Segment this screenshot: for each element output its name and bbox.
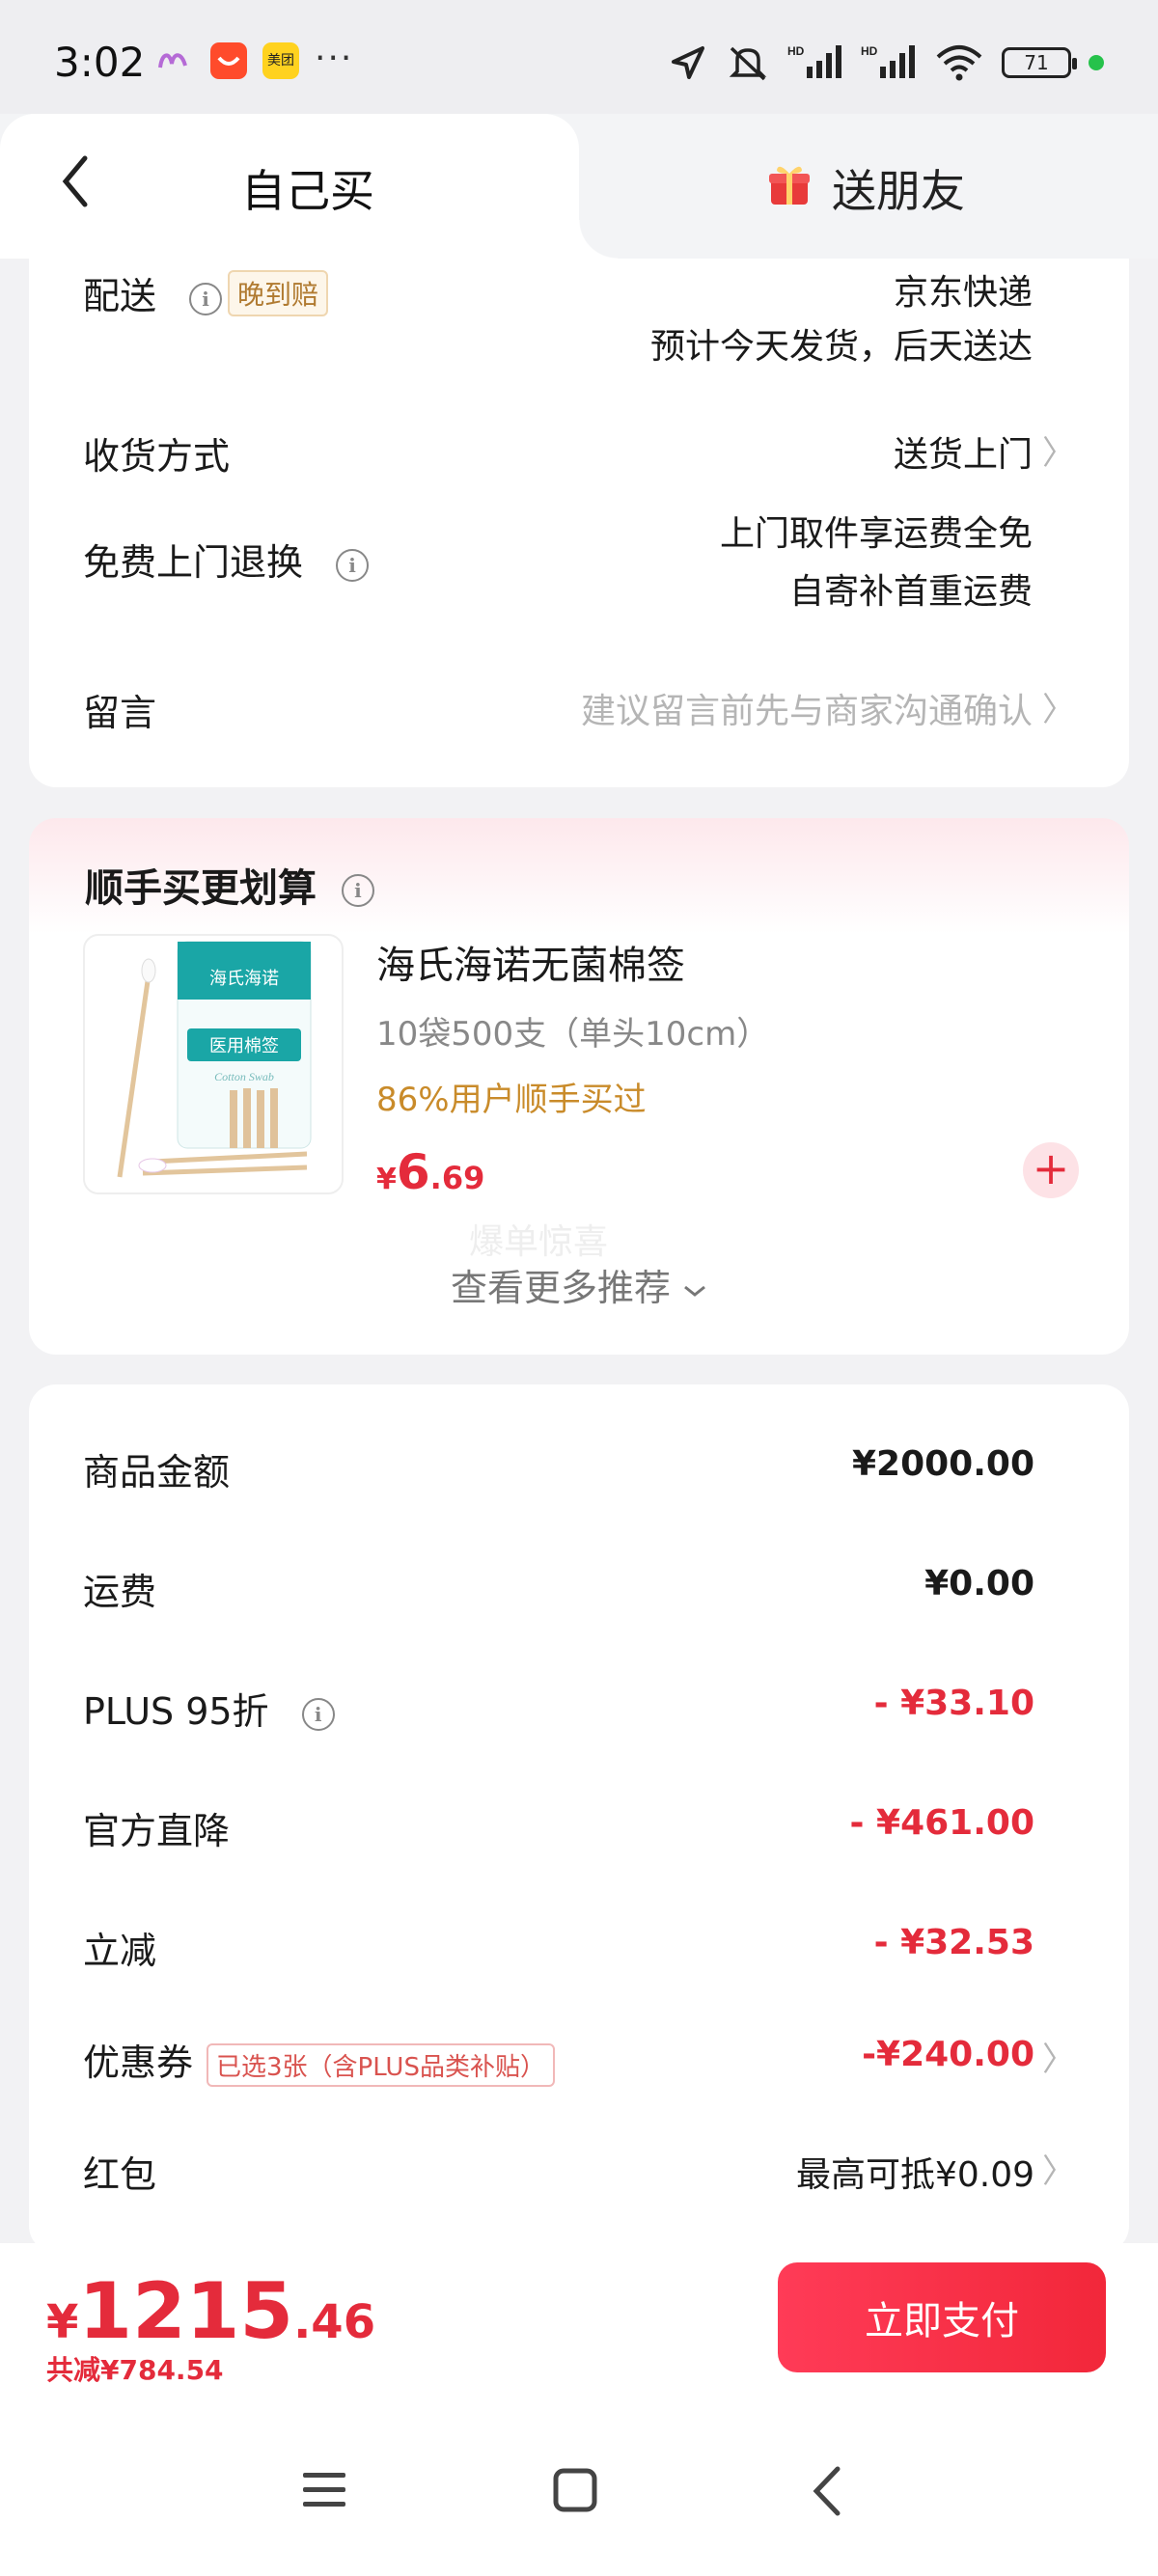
more-recommend-text: 查看更多推荐 (450, 1267, 671, 1309)
total-price: ¥1215.46 (46, 2266, 375, 2356)
info-icon[interactable]: i (301, 1697, 335, 1731)
total-int: 1215 (78, 2266, 294, 2356)
package-brand: 海氏海诺 (209, 969, 279, 988)
carrier-name: 京东快递 (893, 273, 1033, 313)
red-packet-label: 红包 (83, 2153, 157, 2196)
chevron-right-icon[interactable]: 〉 (1042, 2033, 1075, 2080)
price-symbol: ¥ (376, 1163, 397, 1196)
tab-buy-self[interactable]: 自己买 (0, 114, 618, 259)
delivery-eta: 预计今天发货，后天送达 (649, 327, 1033, 367)
home-icon[interactable] (552, 2467, 598, 2513)
more-recommend-link[interactable]: 查看更多推荐 (29, 1258, 1129, 1311)
pay-now-button[interactable]: 立即支付 (778, 2262, 1106, 2372)
back-nav-icon[interactable] (809, 2465, 847, 2517)
battery-level: 71 (1024, 51, 1049, 74)
meituan-icon: 美团 (262, 42, 299, 79)
order-tabs: 自己买 送朋友 (0, 114, 1158, 259)
plus-discount-label: PLUS 95折 i (83, 1682, 335, 1735)
product-price: ¥6.69 (376, 1144, 484, 1200)
instant-discount-value: - ¥32.53 (873, 1923, 1034, 1962)
info-icon[interactable]: i (189, 282, 223, 315)
product-thumbnail[interactable]: 海氏海诺 医用棉签 Cotton Swab (83, 934, 344, 1194)
price-dec: .69 (429, 1160, 485, 1196)
chevron-right-icon[interactable]: 〉 (1042, 683, 1075, 730)
note-input[interactable]: 建议留言前先与商家沟通确认 (581, 683, 1033, 733)
freight-value: ¥0.00 (924, 1564, 1034, 1603)
mute-icon (729, 46, 767, 81)
product-name[interactable]: 海氏海诺无菌棉签 (376, 934, 685, 990)
official-discount-value: - ¥461.00 (849, 1803, 1034, 1843)
checkout-bar: ¥1215.46 共减¥784.54 立即支付 (0, 2243, 1158, 2576)
watermark-text: 爆单惊喜 (469, 1222, 609, 1262)
coupon-label-text: 优惠券 (83, 2042, 194, 2084)
app-notification-icon (154, 42, 191, 79)
location-icon (672, 46, 704, 79)
svg-text:HD: HD (787, 44, 805, 58)
note-label: 留言 (83, 692, 157, 734)
plus-discount-text: PLUS 95折 (83, 1690, 269, 1733)
total-dec: .46 (293, 2295, 376, 2349)
privacy-indicator-icon (1089, 55, 1104, 70)
package-name: 医用棉签 (209, 1036, 279, 1055)
free-return-label: 免费上门退换 i (83, 533, 370, 586)
instant-discount-label: 立减 (83, 1930, 157, 1972)
tab-self-label: 自己买 (241, 165, 374, 217)
total-symbol: ¥ (46, 2295, 79, 2349)
info-icon[interactable]: i (341, 874, 374, 907)
add-to-order-button[interactable]: + (1023, 1142, 1079, 1198)
status-bar: 3:02 美团 ··· HD HD 71 (0, 0, 1158, 125)
shipping-label-text: 配送 (83, 275, 157, 317)
system-nav-bar (0, 2417, 1158, 2571)
delivery-card: 配送 i 晚到赔 京东快递 预计今天发货，后天送达 收货方式 送货上门 〉 免费… (29, 259, 1129, 787)
chevron-down-icon (684, 1285, 705, 1297)
chevron-right-icon[interactable]: 〉 (1042, 426, 1075, 474)
info-icon[interactable]: i (336, 548, 370, 582)
recommend-title-text: 顺手买更划算 (85, 866, 317, 911)
freight-label: 运费 (83, 1571, 157, 1613)
red-packet-value[interactable]: 最高可抵¥0.09 (796, 2147, 1034, 2197)
goods-amount-value: ¥2000.00 (851, 1444, 1034, 1484)
tab-send-friend[interactable]: 送朋友 (832, 156, 965, 220)
price-summary-card: 商品金额 ¥2000.00 运费 ¥0.00 PLUS 95折 i - ¥33.… (29, 1384, 1129, 2253)
receive-method-value[interactable]: 送货上门 (894, 426, 1033, 477)
battery-icon: 71 (1002, 47, 1077, 78)
official-discount-label: 官方直降 (83, 1810, 231, 1852)
package-subtitle: Cotton Swab (214, 1070, 274, 1083)
receive-method-label: 收货方式 (83, 435, 231, 478)
coupon-label[interactable]: 优惠券 已选3张（含PLUS品类补贴） (83, 2033, 555, 2087)
product-spec: 10袋500支（单头10cm） (376, 1015, 770, 1054)
goods-amount-label: 商品金额 (83, 1451, 231, 1494)
cotton-swab-package-image: 海氏海诺 医用棉签 Cotton Swab (117, 941, 312, 1178)
menu-icon[interactable] (301, 2469, 347, 2511)
chevron-right-icon[interactable]: 〉 (1042, 2145, 1075, 2192)
gift-icon (769, 166, 810, 205)
coupon-selected-tag: 已选3张（含PLUS品类补贴） (207, 2043, 555, 2087)
return-policy-line1: 上门取件享运费全免 (719, 514, 1033, 554)
clock: 3:02 (54, 39, 146, 86)
free-return-text: 免费上门退换 (83, 541, 304, 584)
total-saved: 共减¥784.54 (46, 2354, 224, 2386)
plus-discount-value: - ¥33.10 (873, 1684, 1034, 1723)
taobao-icon (210, 42, 247, 79)
signal-hd-icon: HD (787, 44, 841, 78)
product-bought-rate: 86%用户顺手买过 (376, 1081, 647, 1119)
signal-hd-icon: HD (861, 44, 915, 78)
back-icon[interactable] (56, 152, 95, 210)
more-notifications-icon: ··· (315, 39, 354, 78)
price-int: 6 (396, 1144, 430, 1200)
recommend-card: 顺手买更划算 i 海氏海诺 医用棉签 Cotton Swab 海氏海诺无菌棉签 … (29, 818, 1129, 1355)
coupon-value[interactable]: -¥240.00 (862, 2035, 1034, 2074)
shipping-label: 配送 i (83, 266, 223, 319)
svg-text:HD: HD (861, 44, 878, 58)
recommend-title: 顺手买更划算 i (85, 857, 374, 913)
late-compensation-tag: 晚到赔 (228, 270, 329, 316)
wifi-icon (936, 45, 982, 81)
return-policy-line2: 自寄补首重运费 (788, 572, 1033, 612)
